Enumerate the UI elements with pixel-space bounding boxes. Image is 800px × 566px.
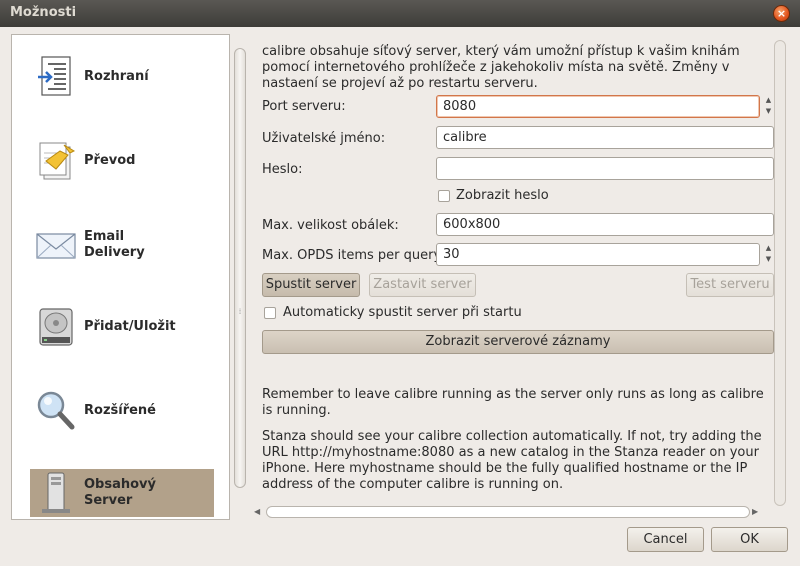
show-password-label[interactable]: Zobrazit heslo xyxy=(456,188,549,203)
autostart-label[interactable]: Automaticky spustit server při startu xyxy=(283,305,522,320)
sidebar-item-label: Přidat/Uložit xyxy=(84,319,176,334)
server-description: calibre obsahuje síťový server, který vá… xyxy=(262,44,740,91)
port-label: Port serveru: xyxy=(262,99,346,114)
sidebar-item-label: Převod xyxy=(84,153,136,168)
stop-server-button[interactable]: Zastavit server xyxy=(369,273,476,297)
sidebar-item-label: Obsahový Server xyxy=(84,477,157,508)
sidebar-item-add-save[interactable]: Přidat/Uložit xyxy=(30,303,214,351)
email-icon xyxy=(36,233,76,259)
content-vertical-scrollbar[interactable] xyxy=(774,40,786,506)
title-bar: Možnosti × xyxy=(0,0,800,27)
max-cover-label: Max. velikost obálek: xyxy=(262,218,399,233)
username-label: Uživatelské jméno: xyxy=(262,131,386,146)
scroll-left-icon[interactable]: ◀ xyxy=(254,505,260,519)
stanza-note: Stanza should see your calibre collectio… xyxy=(262,429,762,492)
port-input[interactable] xyxy=(436,95,760,118)
add-save-icon xyxy=(39,308,73,346)
sidebar-item-advanced[interactable]: Rozšířené xyxy=(30,387,214,435)
scroll-right-icon[interactable]: ▶ xyxy=(752,505,758,519)
sidebar-scrollbar[interactable]: ⁞ xyxy=(233,38,247,518)
close-icon[interactable]: × xyxy=(773,5,790,22)
interface-icon xyxy=(38,56,71,96)
splitter-grip-icon[interactable]: ⁞ xyxy=(236,308,244,318)
max-cover-input[interactable] xyxy=(436,213,774,236)
max-opds-input[interactable] xyxy=(436,243,760,266)
sidebar-item-convert[interactable]: Převod xyxy=(30,137,214,185)
advanced-icon xyxy=(37,391,75,430)
password-input[interactable] xyxy=(436,157,774,180)
show-server-logs-button[interactable]: Zobrazit serverové záznamy xyxy=(262,330,774,354)
sidebar-item-label: Rozšířené xyxy=(84,403,157,418)
password-label: Heslo: xyxy=(262,162,303,177)
scrollbar-thumb[interactable] xyxy=(234,48,246,488)
sidebar-item-content-server[interactable]: Obsahový Server xyxy=(30,469,214,517)
window-title: Možnosti xyxy=(10,5,77,20)
show-password-checkbox[interactable] xyxy=(438,190,450,202)
running-note: Remember to leave calibre running as the… xyxy=(262,387,764,418)
convert-icon xyxy=(39,142,76,180)
sidebar-item-label: Email Delivery xyxy=(84,229,145,260)
category-list: Rozhraní Převod Email Delivery Přidat/Ul… xyxy=(11,34,230,520)
autostart-checkbox[interactable] xyxy=(264,307,276,319)
start-server-button[interactable]: Spustit server xyxy=(262,273,360,297)
ok-button[interactable]: OK xyxy=(711,527,788,552)
username-input[interactable] xyxy=(436,126,774,149)
max-opds-label: Max. OPDS items per query: xyxy=(262,248,445,263)
sidebar-item-label: Rozhraní xyxy=(84,69,149,84)
test-server-button[interactable]: Test serveru xyxy=(686,273,774,297)
content-horizontal-scrollbar[interactable]: ◀ ▶ xyxy=(252,505,762,519)
sidebar-item-interface[interactable]: Rozhraní xyxy=(30,53,214,101)
cancel-button[interactable]: Cancel xyxy=(627,527,704,552)
server-icon xyxy=(42,472,70,513)
scrollbar-track[interactable] xyxy=(266,506,750,518)
scrollbar-track[interactable] xyxy=(774,40,786,506)
server-settings-panel: calibre obsahuje síťový server, který vá… xyxy=(252,36,786,506)
sidebar-item-email[interactable]: Email Delivery xyxy=(30,221,214,269)
